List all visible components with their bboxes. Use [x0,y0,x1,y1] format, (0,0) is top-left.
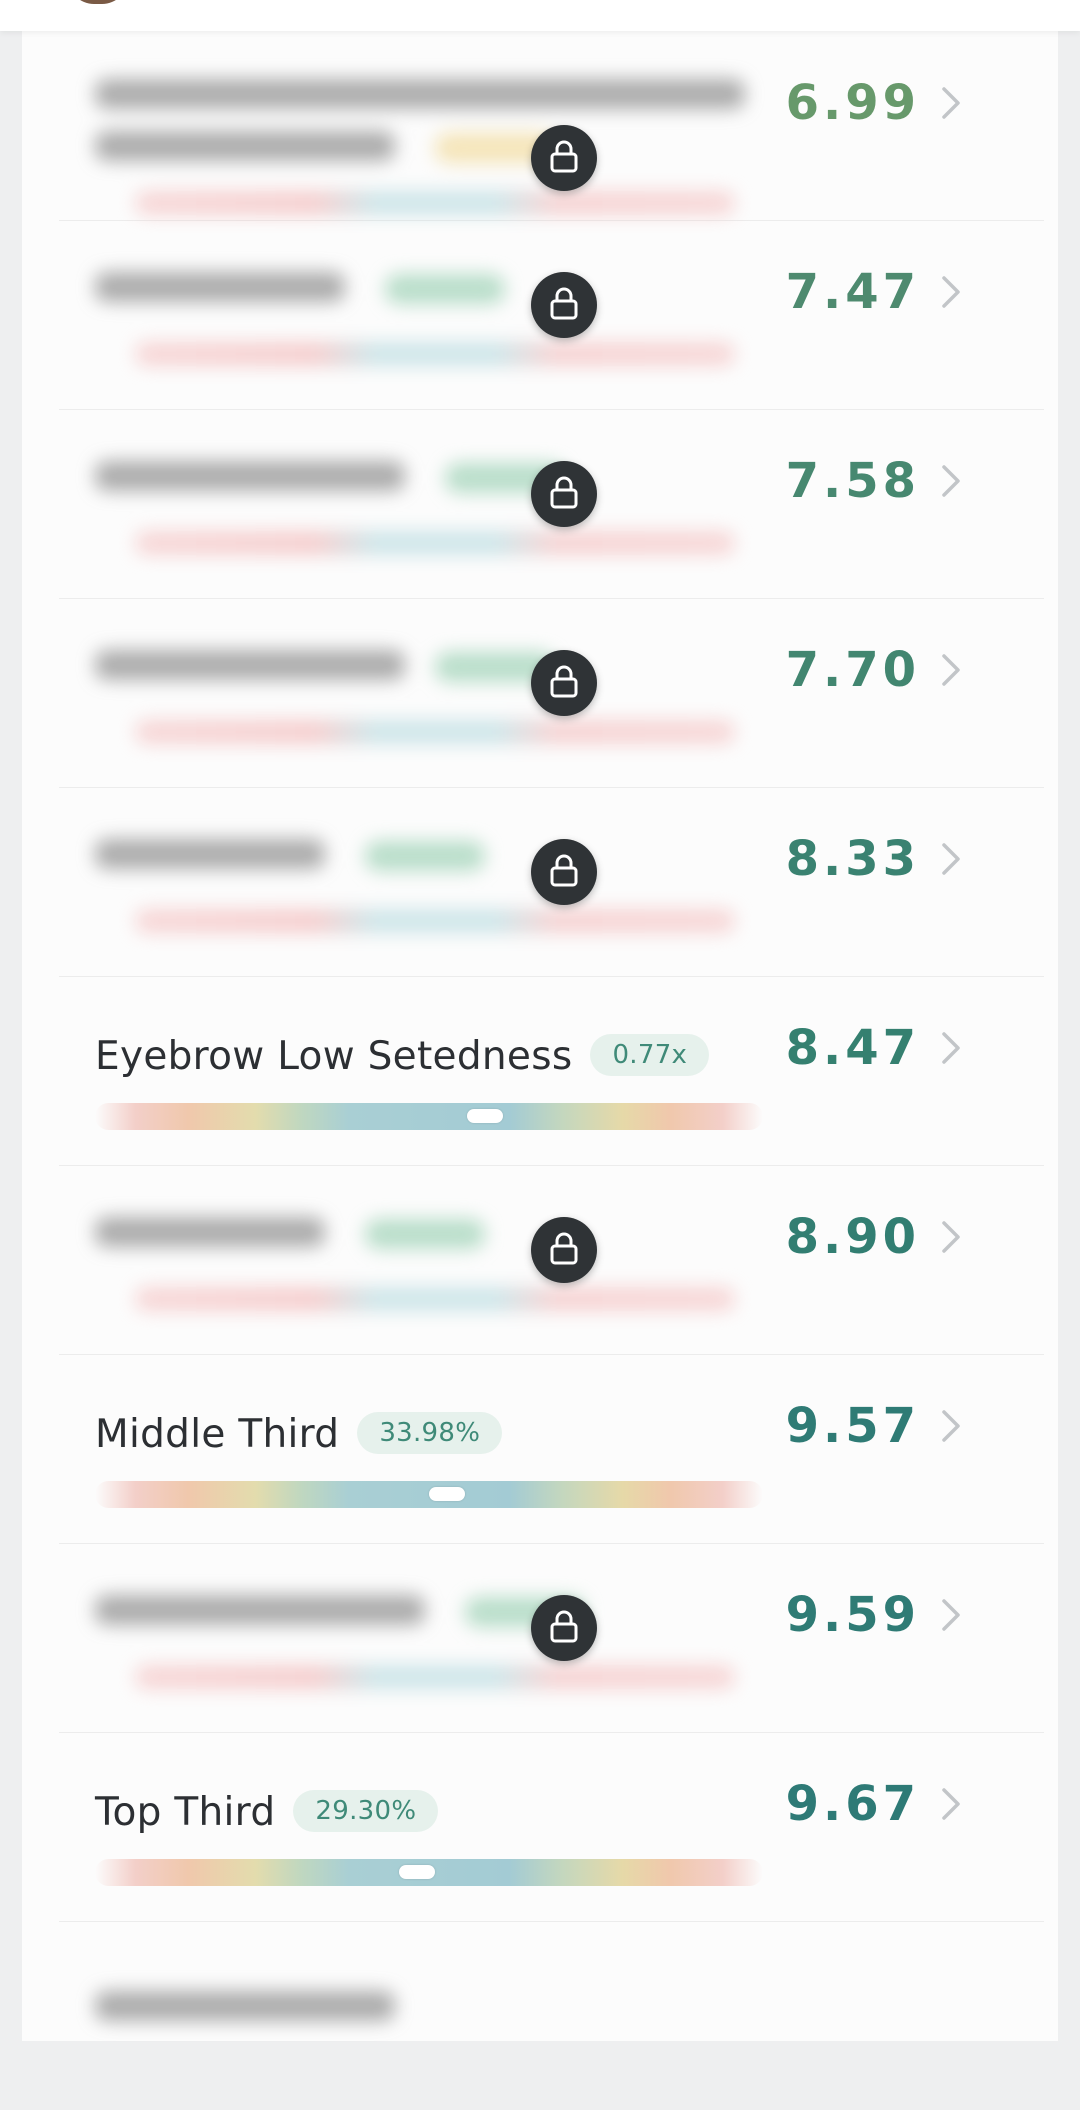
lock-icon[interactable] [531,1595,597,1661]
chevron-right-icon[interactable] [938,1028,964,1068]
metric-row-locked[interactable] [59,1921,1044,2110]
metric-label: Top Third [95,1790,276,1835]
metric-row-locked[interactable]: 7.70 [59,598,1044,788]
metric-row-locked[interactable]: 7.47 [59,220,1044,410]
lock-icon[interactable] [531,839,597,905]
score-value: 6.99 [785,75,920,131]
metric-label: Eyebrow Low Setedness [95,1034,573,1079]
range-bar [95,1103,763,1130]
blurred-content [95,1573,815,1723]
avatar[interactable] [68,0,128,4]
metric-row-locked[interactable]: 7.58 [59,409,1044,599]
chevron-right-icon[interactable] [938,83,964,123]
chevron-right-icon[interactable] [938,461,964,501]
range-bar [95,1859,763,1886]
lock-icon[interactable] [531,1217,597,1283]
lock-icon[interactable] [531,272,597,338]
metric-label-row: Eyebrow Low Setedness 0.77x [95,1033,710,1080]
blurred-content [95,61,815,215]
score-value: 8.33 [785,831,920,887]
metrics-card: 6.99 7.47 7.58 7.70 8.33 Eyebrow Low Set… [22,31,1058,2041]
metric-row-middle-third[interactable]: Middle Third 33.98% 9.57 [59,1354,1044,1544]
metric-row-locked[interactable]: 8.90 [59,1165,1044,1355]
metric-label: Middle Third [95,1412,340,1457]
score-value: 7.70 [785,642,920,698]
chevron-right-icon[interactable] [938,650,964,690]
chevron-right-icon[interactable] [938,1784,964,1824]
metric-row-eyebrow-low-setedness[interactable]: Eyebrow Low Setedness 0.77x 8.47 [59,976,1044,1166]
metric-row-locked[interactable]: 6.99 [59,31,1044,221]
score-value: 7.58 [785,453,920,509]
chevron-right-icon[interactable] [938,1217,964,1257]
metric-badge: 0.77x [590,1033,710,1076]
chevron-right-icon[interactable] [938,839,964,879]
range-marker [399,1865,435,1879]
score-value: 8.90 [785,1209,920,1265]
range-marker [467,1109,503,1123]
blurred-content [95,439,815,589]
lock-icon[interactable] [531,461,597,527]
range-marker [429,1487,465,1501]
blurred-content [95,628,815,778]
chevron-right-icon[interactable] [938,1406,964,1446]
blurred-content [95,1951,815,2101]
lock-icon[interactable] [531,650,597,716]
chevron-right-icon[interactable] [938,272,964,312]
blurred-content [95,817,815,967]
metric-label-row: Middle Third 33.98% [95,1411,503,1458]
chevron-right-icon[interactable] [938,1595,964,1635]
lock-icon[interactable] [531,125,597,191]
blurred-content [95,1195,815,1345]
score-value: 9.67 [785,1776,920,1832]
score-value: 8.47 [785,1020,920,1076]
metric-row-locked[interactable]: 8.33 [59,787,1044,977]
score-value: 9.57 [785,1398,920,1454]
score-value: 9.59 [785,1587,920,1643]
score-value: 7.47 [785,264,920,320]
top-bar [0,0,1080,31]
metric-row-top-third[interactable]: Top Third 29.30% 9.67 [59,1732,1044,1922]
metric-label-row: Top Third 29.30% [95,1789,439,1836]
range-bar [95,1481,763,1508]
metric-badge: 29.30% [293,1789,439,1832]
metric-badge: 33.98% [357,1411,503,1454]
blurred-content [95,250,815,400]
metric-row-locked[interactable]: 9.59 [59,1543,1044,1733]
